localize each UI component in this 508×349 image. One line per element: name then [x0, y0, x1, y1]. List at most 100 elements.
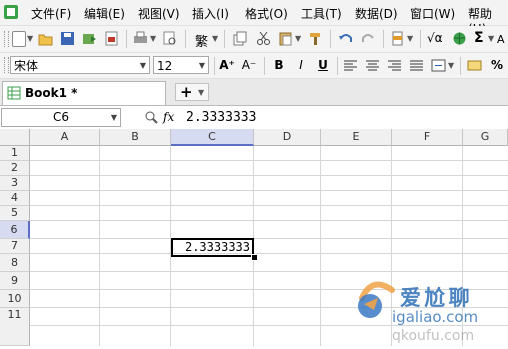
- toolbar-grip[interactable]: [4, 31, 9, 47]
- toolbar-separator: [185, 30, 186, 48]
- chevron-down-icon[interactable]: ▼: [295, 34, 301, 43]
- format-painter-icon[interactable]: [308, 31, 323, 46]
- shrink-font-button[interactable]: A⁻: [241, 57, 257, 73]
- gridline: [30, 160, 508, 161]
- watermark-url-secondary: qkoufu.com: [392, 328, 475, 344]
- italic-button[interactable]: I: [293, 57, 309, 73]
- menu-insert[interactable]: 插入(I): [192, 5, 229, 22]
- print-preview-icon[interactable]: [162, 31, 177, 46]
- standard-toolbar: ▼ ▼ 繁 ▼ ▼ ▼ √α Σ ▼ A: [0, 26, 508, 53]
- chevron-down-icon: ▼: [110, 113, 117, 122]
- chevron-down-icon[interactable]: ▼: [448, 61, 454, 70]
- gridline: [30, 175, 508, 176]
- menu-window[interactable]: 窗口(W): [410, 5, 455, 22]
- column-header-a[interactable]: A: [30, 129, 100, 146]
- merge-center-icon[interactable]: [431, 58, 446, 73]
- formula-tools: fx: [124, 108, 180, 127]
- column-header-e[interactable]: E: [321, 129, 392, 146]
- sort-icon[interactable]: A: [497, 31, 508, 46]
- insert-rows-icon[interactable]: [390, 31, 405, 46]
- traditional-chinese-button[interactable]: 繁: [195, 31, 208, 50]
- formula-input[interactable]: 2.3333333: [186, 108, 256, 127]
- row-header-8[interactable]: 8: [0, 254, 30, 272]
- font-name-select[interactable]: 宋体 ▼: [10, 56, 150, 74]
- chevron-down-icon: ▼: [139, 61, 146, 70]
- copy-format-icon[interactable]: [232, 31, 247, 46]
- watermark-url: igaliao.com: [392, 308, 479, 326]
- gridline: [30, 190, 508, 191]
- row-header-10[interactable]: 10: [0, 290, 30, 308]
- toolbar-grip[interactable]: [4, 57, 9, 73]
- watermark: 爱 尬 聊 igaliao.com qkoufu.com: [350, 268, 508, 346]
- menu-data[interactable]: 数据(D): [355, 5, 398, 22]
- column-header-b[interactable]: B: [100, 129, 171, 146]
- row-header-5[interactable]: 5: [0, 206, 30, 221]
- workbook-tab[interactable]: Book1 *: [2, 81, 166, 105]
- menu-view[interactable]: 视图(V): [138, 5, 180, 22]
- plus-icon: +: [180, 83, 193, 101]
- gridline: [99, 146, 100, 346]
- new-file-icon[interactable]: [12, 31, 26, 47]
- bold-button[interactable]: B: [271, 57, 287, 73]
- row-header-6[interactable]: 6: [0, 221, 30, 239]
- chevron-down-icon[interactable]: ▼: [407, 34, 413, 43]
- menu-file[interactable]: 文件(F): [31, 5, 71, 22]
- toolbar-separator: [264, 57, 265, 75]
- chevron-down-icon[interactable]: ▼: [27, 34, 33, 43]
- gridline: [30, 205, 508, 206]
- percent-button[interactable]: %: [489, 57, 505, 73]
- grow-font-button[interactable]: A⁺: [219, 57, 235, 73]
- row-header-3[interactable]: 3: [0, 176, 30, 191]
- print-icon[interactable]: [133, 31, 148, 46]
- app-icon[interactable]: [3, 4, 19, 20]
- menu-bar: 文件(F) 编辑(E) 视图(V) 插入(I) 格式(O) 工具(T) 数据(D…: [0, 0, 508, 36]
- fill-handle[interactable]: [251, 254, 258, 261]
- currency-icon[interactable]: [467, 58, 482, 73]
- row-header-9[interactable]: 9: [0, 272, 30, 290]
- insert-function-icon[interactable]: fx: [162, 108, 178, 125]
- column-header-g[interactable]: G: [463, 129, 508, 146]
- new-tab-button[interactable]: + ▼: [175, 83, 209, 101]
- formula-editor-button[interactable]: √α: [427, 31, 443, 45]
- menu-edit[interactable]: 编辑(E): [84, 5, 125, 22]
- font-size-select[interactable]: 12 ▼: [153, 56, 209, 74]
- column-header-c[interactable]: C: [171, 129, 254, 146]
- toolbar-separator: [214, 57, 215, 75]
- column-header-d[interactable]: D: [254, 129, 321, 146]
- autosum-button[interactable]: Σ: [474, 30, 484, 46]
- globe-icon[interactable]: [452, 31, 467, 46]
- menu-tools[interactable]: 工具(T): [301, 5, 342, 22]
- menu-format[interactable]: 格式(O): [245, 5, 288, 22]
- align-left-icon[interactable]: [343, 58, 358, 73]
- redo-icon[interactable]: [361, 31, 376, 46]
- export-pdf-icon[interactable]: [104, 31, 119, 46]
- chevron-down-icon[interactable]: ▼: [488, 34, 494, 43]
- find-function-icon[interactable]: [144, 110, 158, 124]
- align-right-icon[interactable]: [387, 58, 402, 73]
- name-box[interactable]: C6 ▼: [1, 108, 121, 127]
- cut-icon[interactable]: [256, 31, 271, 46]
- toolbar-separator: [460, 57, 461, 75]
- row-header-11[interactable]: 11: [0, 308, 30, 346]
- row-header-1[interactable]: 1: [0, 146, 30, 161]
- chevron-down-icon[interactable]: ▼: [150, 34, 156, 43]
- row-header-4[interactable]: 4: [0, 191, 30, 206]
- chevron-down-icon: ▼: [198, 61, 205, 70]
- select-all-corner[interactable]: [0, 129, 30, 146]
- workbook-tab-label: Book1 *: [25, 86, 78, 100]
- font-name-value: 宋体: [14, 59, 39, 73]
- chevron-down-icon[interactable]: ▼: [212, 34, 218, 43]
- send-icon[interactable]: [82, 31, 97, 46]
- column-header-f[interactable]: F: [392, 129, 463, 146]
- align-center-icon[interactable]: [365, 58, 380, 73]
- row-header-2[interactable]: 2: [0, 161, 30, 176]
- undo-icon[interactable]: [338, 31, 353, 46]
- active-cell-c6[interactable]: 2.3333333: [171, 238, 254, 257]
- row-header-7[interactable]: 7: [0, 239, 30, 254]
- open-folder-icon[interactable]: [38, 31, 53, 46]
- save-icon[interactable]: [60, 31, 75, 46]
- underline-button[interactable]: U: [315, 57, 331, 73]
- workbook-tab-bar: Book1 * + ▼: [0, 79, 508, 106]
- paste-icon[interactable]: [278, 31, 293, 46]
- distribute-icon[interactable]: [409, 58, 424, 73]
